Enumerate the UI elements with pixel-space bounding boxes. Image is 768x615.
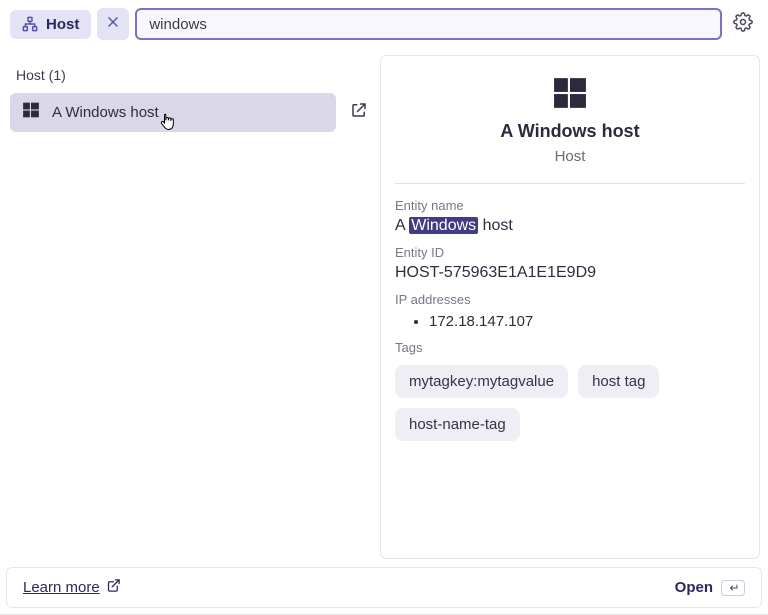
enter-key-icon xyxy=(721,580,745,596)
open-in-new-button[interactable] xyxy=(344,98,374,128)
settings-button[interactable] xyxy=(728,9,758,39)
filter-chip-host[interactable]: Host xyxy=(10,10,91,39)
ip-address-item: 172.18.147.107 xyxy=(429,313,745,330)
open-link[interactable]: Open xyxy=(675,579,745,596)
close-icon xyxy=(106,15,120,34)
open-in-new-icon xyxy=(350,101,368,124)
entity-id-label: Entity ID xyxy=(395,245,745,260)
ip-addresses-list: 172.18.147.107 xyxy=(395,313,745,330)
results-section-header: Host (1) xyxy=(10,57,374,93)
tag-chip[interactable]: host-name-tag xyxy=(395,408,520,441)
entity-name-value: A Windows host xyxy=(395,217,745,235)
entity-name-suffix: host xyxy=(478,217,513,234)
detail-title: A Windows host xyxy=(500,121,639,142)
entity-name-label: Entity name xyxy=(395,198,745,213)
entity-name-highlight: Windows xyxy=(409,217,478,234)
open-label: Open xyxy=(675,579,713,596)
detail-subtitle: Host xyxy=(555,148,586,165)
hierarchy-icon xyxy=(22,16,38,32)
gear-icon xyxy=(733,12,753,37)
tags-label: Tags xyxy=(395,340,745,355)
external-link-icon xyxy=(106,578,121,597)
tag-chip[interactable]: host tag xyxy=(578,365,659,398)
filter-chip-label: Host xyxy=(46,16,79,33)
result-item-windows-host[interactable]: A Windows host xyxy=(10,93,336,132)
entity-id-value: HOST-575963E1A1E1E9D9 xyxy=(395,264,745,282)
ip-addresses-label: IP addresses xyxy=(395,292,745,307)
tag-chip[interactable]: mytagkey:mytagvalue xyxy=(395,365,568,398)
learn-more-label: Learn more xyxy=(23,579,100,596)
filter-chip-close[interactable] xyxy=(97,8,129,40)
windows-icon xyxy=(553,76,587,115)
result-item-label: A Windows host xyxy=(52,104,159,121)
entity-name-prefix: A xyxy=(395,217,409,234)
windows-icon xyxy=(22,101,40,124)
detail-panel: A Windows host Host Entity name A Window… xyxy=(380,55,760,559)
search-input[interactable] xyxy=(135,8,722,40)
learn-more-link[interactable]: Learn more xyxy=(23,578,121,597)
